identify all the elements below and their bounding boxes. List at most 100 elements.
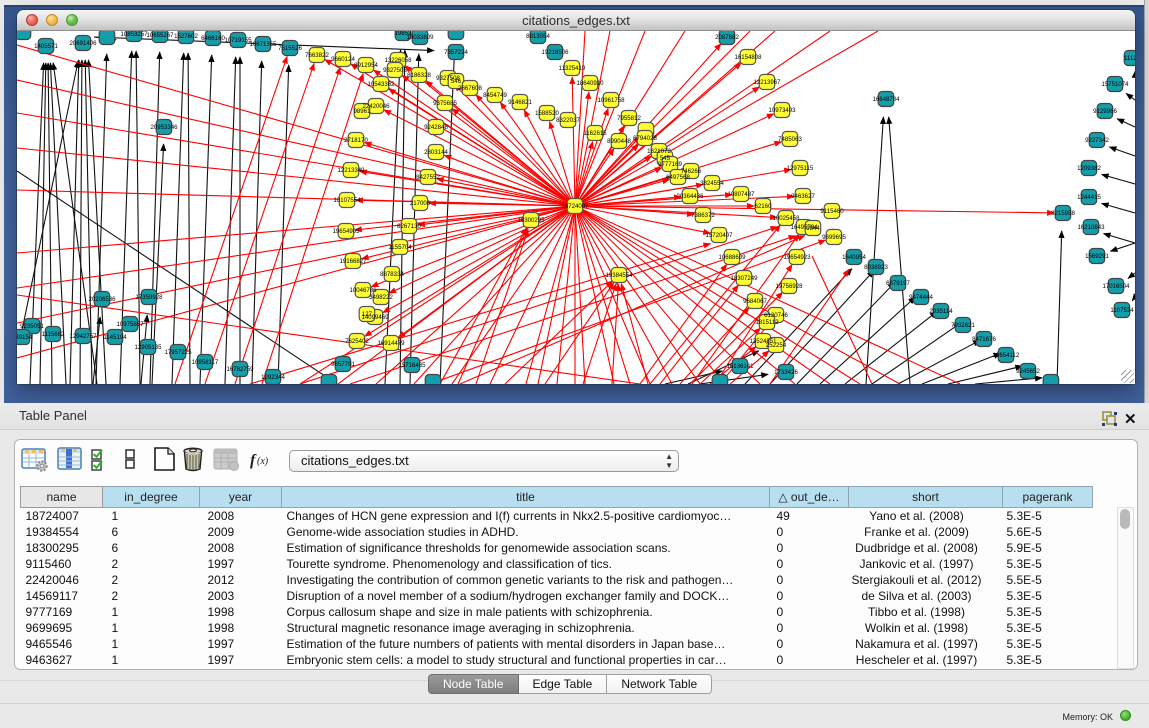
svg-text:16782759: 16782759 — [226, 366, 254, 373]
svg-text:20206536: 20206536 — [88, 296, 116, 303]
svg-text:18724007: 18724007 — [561, 203, 589, 210]
svg-text:18307249: 18307249 — [730, 275, 758, 282]
svg-text:13226058: 13226058 — [384, 57, 412, 64]
svg-text:6879197: 6879197 — [886, 280, 910, 287]
svg-text:10688609: 10688609 — [718, 254, 746, 261]
svg-text:(x): (x) — [257, 456, 269, 467]
svg-text:10975867: 10975867 — [116, 321, 144, 328]
svg-text:16154808: 16154808 — [734, 54, 762, 61]
svg-text:10046786: 10046786 — [349, 287, 377, 294]
svg-text:1640954: 1640954 — [842, 254, 866, 261]
svg-text:9474444: 9474444 — [909, 294, 933, 301]
svg-text:8878334: 8878334 — [380, 271, 404, 278]
svg-text:12213967: 12213967 — [753, 79, 781, 86]
svg-text:15716485: 15716485 — [398, 362, 426, 369]
svg-text:7932621: 7932621 — [951, 322, 975, 329]
svg-text:2867608: 2867608 — [458, 85, 482, 92]
svg-text:2087682: 2087682 — [715, 34, 739, 41]
svg-text:10025458: 10025458 — [772, 215, 800, 222]
svg-text:8186328: 8186328 — [407, 72, 431, 79]
svg-text:9699695: 9699695 — [822, 234, 846, 241]
svg-text:9777169: 9777169 — [658, 161, 682, 168]
svg-text:9844: 9844 — [806, 225, 820, 232]
svg-text:1155704: 1155704 — [388, 244, 412, 251]
svg-text:19654923: 19654923 — [783, 254, 811, 261]
svg-text:17359928: 17359928 — [135, 294, 163, 301]
svg-text:10655267: 10655267 — [146, 32, 174, 39]
svg-text:1209382: 1209382 — [1077, 165, 1101, 172]
svg-text:16648784: 16648784 — [872, 96, 900, 103]
svg-text:12942757: 12942757 — [69, 333, 97, 340]
svg-text:1405571: 1405571 — [34, 43, 58, 50]
svg-text:9463627: 9463627 — [791, 193, 815, 200]
svg-text:9146821: 9146821 — [508, 99, 532, 106]
svg-text:17016504: 17016504 — [1102, 283, 1130, 290]
svg-text:9242848: 9242848 — [424, 124, 448, 131]
svg-text:12975115: 12975115 — [787, 165, 814, 172]
svg-text:8813054: 8813054 — [526, 33, 550, 40]
svg-text:10853257: 10853257 — [120, 31, 148, 38]
svg-text:1621072: 1621072 — [647, 148, 671, 155]
svg-text:1815112: 1815112 — [755, 319, 779, 326]
svg-text:7625402: 7625402 — [345, 338, 369, 345]
svg-text:1244415: 1244415 — [1077, 194, 1101, 201]
svg-text:9660124: 9660124 — [331, 56, 355, 63]
svg-text:10807487: 10807487 — [727, 191, 755, 198]
svg-text:8454749: 8454749 — [483, 92, 507, 99]
svg-text:9657791: 9657791 — [331, 361, 355, 368]
svg-text:8912954: 8912954 — [354, 62, 378, 69]
svg-text:10671355: 10671355 — [249, 41, 277, 48]
svg-text:10973493: 10973493 — [768, 107, 796, 114]
svg-text:19166827: 19166827 — [339, 258, 367, 265]
svg-text:8938923: 8938923 — [864, 264, 888, 271]
svg-text:9227342: 9227342 — [1085, 137, 1109, 144]
svg-text:1733426: 1733426 — [774, 369, 798, 376]
svg-text:9235051: 9235051 — [20, 323, 44, 330]
svg-text:16914479: 16914479 — [377, 340, 405, 347]
svg-text:19218506: 19218506 — [541, 49, 569, 56]
svg-text:7663822: 7663822 — [305, 52, 329, 59]
svg-text:9129966: 9129966 — [1093, 108, 1117, 115]
svg-text:6497568: 6497568 — [666, 174, 690, 181]
svg-text:127: 127 — [362, 311, 373, 318]
svg-text:9327505: 9327505 — [383, 67, 407, 74]
svg-text:16033809: 16033809 — [406, 34, 434, 41]
svg-text:15751074: 15751074 — [1101, 81, 1129, 88]
svg-text:10961758: 10961758 — [597, 97, 625, 104]
svg-text:11124: 11124 — [1124, 55, 1135, 62]
svg-text:12213349: 12213349 — [337, 167, 365, 174]
svg-text:12905135: 12905135 — [134, 344, 162, 351]
svg-text:98961: 98961 — [354, 108, 372, 115]
svg-text:1527602: 1527602 — [174, 33, 198, 40]
svg-text:20953346: 20953346 — [150, 124, 178, 131]
svg-text:3824554: 3824554 — [700, 180, 724, 187]
svg-text:62160: 62160 — [755, 203, 773, 210]
svg-text:8267130: 8267130 — [397, 223, 421, 230]
svg-text:546: 546 — [451, 78, 462, 85]
svg-text:8471676: 8471676 — [972, 336, 996, 343]
svg-text:1569291: 1569291 — [1085, 253, 1109, 260]
svg-text:16210643: 16210643 — [1077, 224, 1105, 231]
svg-text:7515526: 7515526 — [278, 45, 302, 52]
svg-text:10654112: 10654112 — [993, 352, 1020, 359]
svg-text:18300295: 18300295 — [517, 217, 545, 224]
svg-text:1292344: 1292344 — [261, 374, 285, 381]
svg-text:6120746: 6120746 — [764, 312, 788, 319]
svg-text:17957225: 17957225 — [164, 349, 192, 356]
svg-text:8215958: 8215958 — [1051, 210, 1075, 217]
svg-text:2935114: 2935114 — [929, 308, 953, 315]
svg-text:20364436: 20364436 — [676, 193, 704, 200]
svg-text:7386372: 7386372 — [691, 212, 715, 219]
svg-text:6794028: 6794028 — [633, 135, 657, 142]
svg-text:20691406: 20691406 — [69, 40, 97, 47]
svg-text:217006: 217006 — [410, 200, 431, 207]
svg-text:939154: 939154 — [17, 334, 33, 341]
svg-text:16136141: 16136141 — [726, 363, 754, 370]
svg-text:9375685: 9375685 — [433, 100, 457, 107]
svg-text:7955812: 7955812 — [617, 115, 641, 122]
svg-text:6466160: 6466160 — [201, 35, 225, 42]
svg-text:19384554: 19384554 — [605, 272, 633, 279]
svg-text:10107554: 10107554 — [333, 197, 361, 204]
svg-text:8990448: 8990448 — [607, 138, 631, 145]
svg-text:10543362: 10543362 — [367, 81, 395, 88]
